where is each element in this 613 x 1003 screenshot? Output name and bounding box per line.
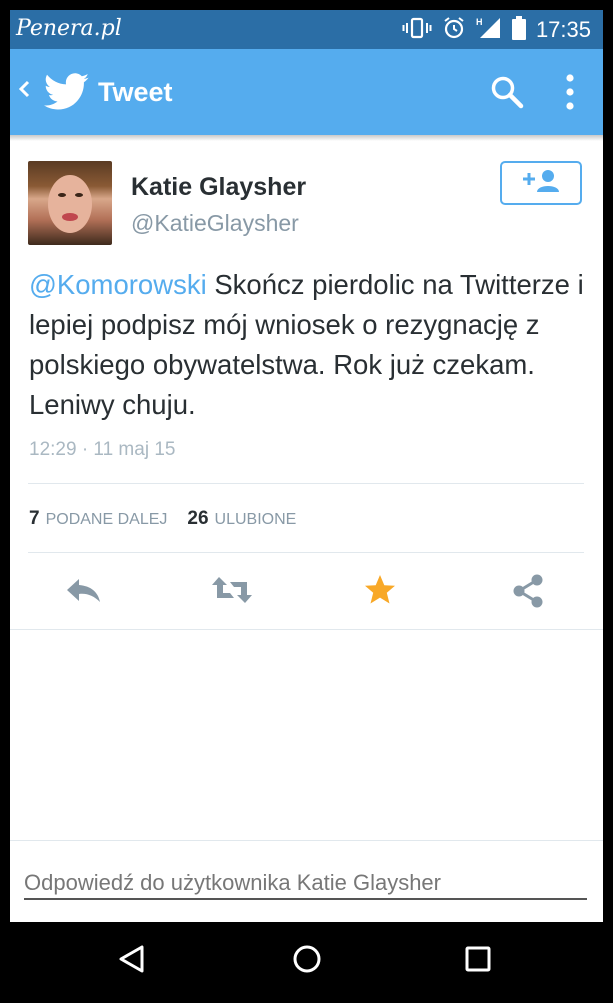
favorite-label[interactable]: ULUBIONE: [215, 511, 297, 529]
watermark: Penera.pl: [16, 16, 122, 41]
divider: [28, 483, 584, 484]
share-icon[interactable]: [510, 573, 546, 614]
search-icon[interactable]: [490, 75, 524, 114]
action-bar: Tweet: [10, 49, 603, 135]
follow-button[interactable]: [500, 161, 582, 205]
battery-icon: [511, 15, 526, 45]
avatar[interactable]: [28, 161, 112, 245]
home-circle-icon[interactable]: [292, 944, 322, 979]
more-vertical-icon[interactable]: [564, 73, 576, 116]
twitter-bird-icon[interactable]: [43, 73, 90, 116]
author-name[interactable]: Katie Glaysher: [131, 173, 306, 202]
tweet-timestamp: 12:29 · 11 maj 15: [29, 439, 176, 460]
action-bar-shadow: [10, 135, 603, 141]
status-bar: Penera.pl H 17:35: [10, 10, 603, 49]
add-user-icon: [519, 168, 563, 199]
status-icons: H 17:35: [402, 15, 591, 45]
page-title: Tweet: [98, 77, 173, 107]
divider: [10, 840, 603, 841]
signal-icon: H: [476, 16, 502, 45]
retweet-label[interactable]: PODANE DALEJ: [46, 511, 168, 529]
favorite-count[interactable]: 26: [187, 508, 208, 530]
alarm-icon: [442, 16, 466, 45]
back-triangle-icon[interactable]: [118, 944, 146, 979]
tweet-stats: 7 PODANE DALEJ 26 ULUBIONE: [29, 508, 316, 530]
author-handle[interactable]: @KatieGlaysher: [131, 210, 299, 237]
favorite-star-icon[interactable]: [363, 573, 397, 612]
recent-apps-icon[interactable]: [464, 944, 492, 979]
mention-link[interactable]: @Komorowski: [29, 269, 207, 300]
retweet-icon[interactable]: [210, 573, 254, 612]
svg-text:H: H: [476, 17, 483, 27]
tweet-text: @Komorowski Skończ pierdolic na Twitterz…: [29, 265, 589, 425]
divider: [10, 629, 603, 630]
reply-icon[interactable]: [65, 573, 103, 612]
reply-input[interactable]: [24, 868, 587, 900]
status-time: 17:35: [535, 17, 591, 42]
vibrate-icon: [402, 17, 432, 44]
back-chevron-icon[interactable]: [18, 77, 30, 103]
navigation-bar: [10, 922, 603, 993]
retweet-count[interactable]: 7: [29, 508, 40, 530]
app-frame: Penera.pl H 17:35 Tweet Katie Glaysher @…: [10, 10, 603, 993]
divider: [28, 552, 584, 553]
